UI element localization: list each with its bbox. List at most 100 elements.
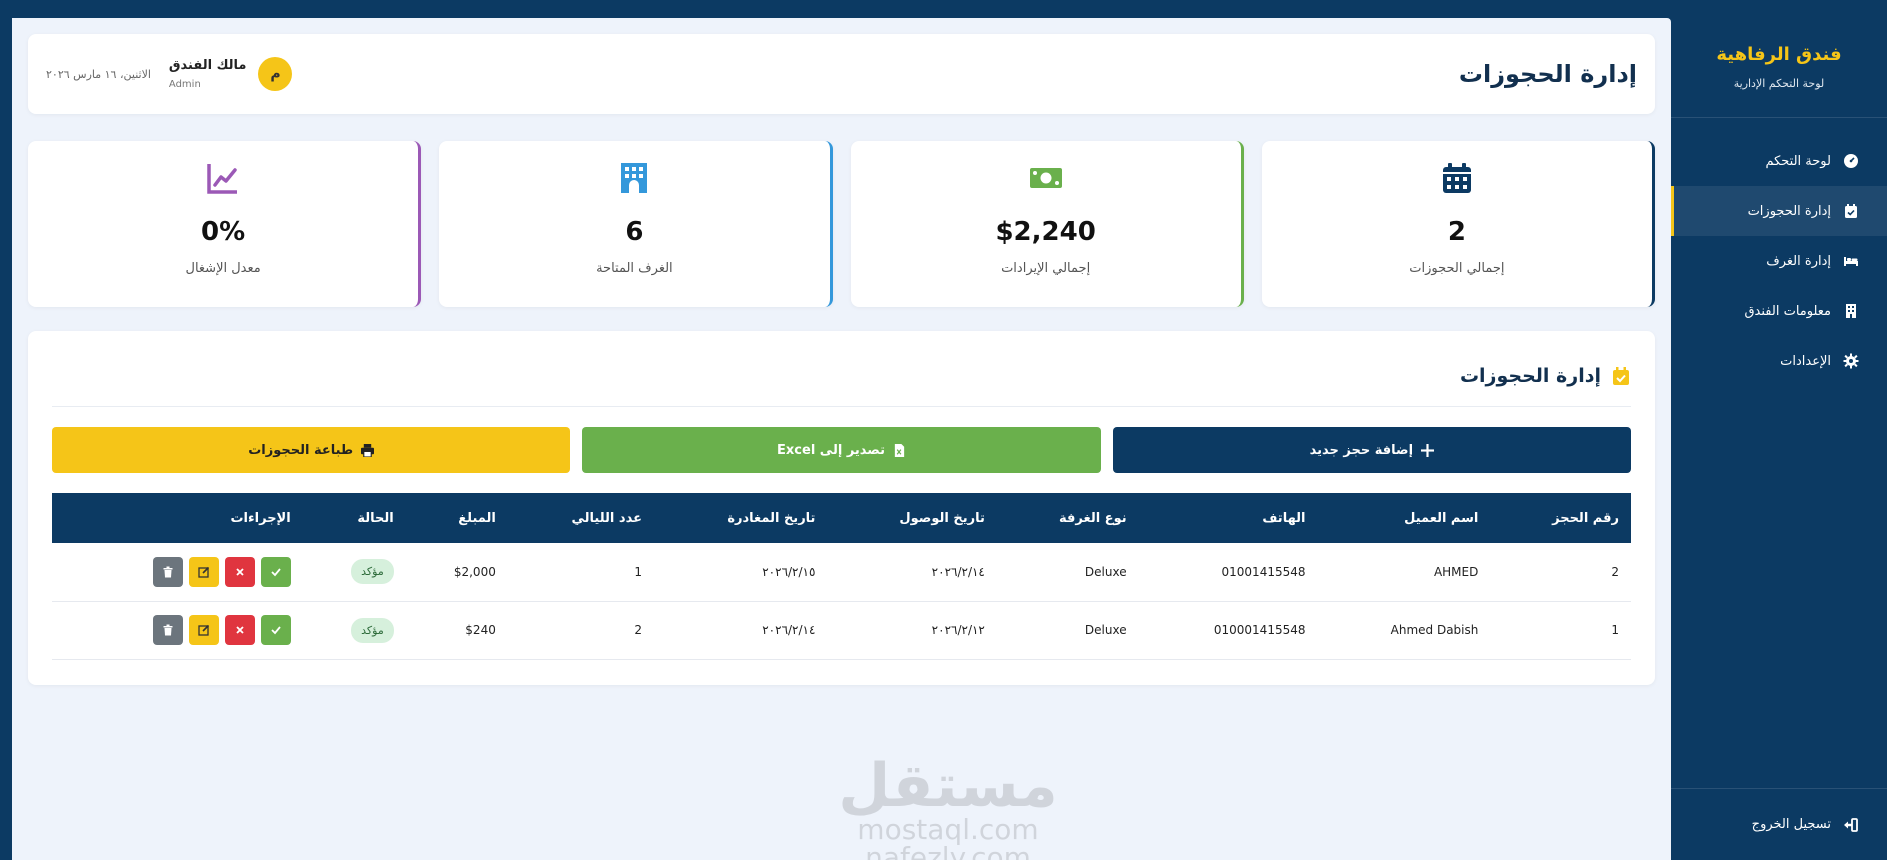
add-booking-button[interactable]: إضافة حجز جديد [1112,427,1631,473]
col-phone[interactable]: الهاتف [1139,493,1318,543]
sidebar-item-label: إدارة الغرف [1766,253,1831,269]
cell-nights: 1 [634,564,642,579]
check-icon [271,626,281,635]
stat-value: $2,240 [995,217,1096,247]
col-arrival-date[interactable]: تاريخ الوصول [827,493,996,543]
cell-phone: 010001415548 [1213,623,1306,637]
col-departure-date[interactable]: تاريخ المغادرة [654,493,827,543]
stat-total-bookings: 2 إجمالي الحجوزات [1261,141,1655,307]
add-booking-label: إضافة حجز جديد [1309,442,1414,458]
calendar-check-icon [1845,204,1857,218]
dashboard-icon [1844,154,1858,168]
user-block[interactable]: الاثنين، ١٦ مارس ٢٠٢٦ مالك الفندق Admin … [46,57,293,91]
col-room-type[interactable]: نوع الغرفة [997,493,1139,543]
main-content: إدارة الحجوزات الاثنين، ١٦ مارس ٢٠٢٦ مال… [12,18,1671,860]
plus-icon [1421,443,1435,457]
cell-booking-id: 2 [1611,564,1619,579]
bookings-panel: إدارة الحجوزات إضافة حجز جديد تصدير إلى … [28,331,1655,685]
sidebar-item-label: لوحة التحكم [1765,153,1831,169]
print-bookings-button[interactable]: طباعة الحجوزات [52,427,571,473]
gear-icon [1843,353,1859,369]
user-info: مالك الفندق Admin [169,58,247,90]
export-excel-button[interactable]: تصدير إلى Excel [582,427,1101,473]
table-row: 1 Ahmed Dabish 010001415548 Deluxe ٢٠٢٦/… [52,601,1631,659]
col-status[interactable]: الحالة [303,493,406,543]
col-nights[interactable]: عدد الليالي [508,493,654,543]
stat-value: 0% [201,217,246,247]
delete-button[interactable] [152,556,183,587]
cell-customer-name: Ahmed Dabish [1390,623,1479,637]
sidebar-item-rooms[interactable]: إدارة الغرف [1671,236,1887,286]
col-customer-name[interactable]: اسم العميل [1318,493,1491,543]
trash-icon [163,624,173,636]
edit-icon [198,624,209,636]
user-name: مالك الفندق [168,58,247,73]
confirm-button[interactable] [260,615,291,645]
cell-arrival-date: ٢٠٢٦/٢/١٤ [931,564,985,579]
stats-row: 2 إجمالي الحجوزات $2,240 إجمالي الإيرادا… [28,141,1655,307]
cell-amount: $2,000 [453,564,496,579]
action-buttons: إضافة حجز جديد تصدير إلى Excel طباعة الح… [52,427,1631,473]
logout-label: تسجيل الخروج [1751,817,1831,832]
delete-button[interactable] [152,615,183,645]
brand-name: فندق الرفاهية [1716,44,1842,65]
sidebar-item-settings[interactable]: الإعدادات [1671,336,1887,386]
col-amount[interactable]: المبلغ [406,493,508,543]
cell-status: مؤكد [303,601,406,659]
cell-room-type: Deluxe [1084,623,1127,637]
cell-phone: 01001415548 [1221,564,1306,579]
cell-amount: $240 [465,623,496,637]
chart-line-icon [207,164,238,194]
cell-actions [52,543,303,601]
stat-value: 6 [625,217,644,247]
close-icon [236,568,244,576]
avatar[interactable]: م [258,57,293,91]
money-icon [1029,168,1062,188]
edit-icon [198,566,209,578]
watermark: مستقل mostaql.com nafezly.com [828,756,1068,860]
export-excel-label: تصدير إلى Excel [777,442,885,458]
status-badge: مؤكد [351,559,394,585]
sidebar-item-dashboard[interactable]: لوحة التحكم [1671,136,1887,186]
check-icon [271,568,281,577]
close-icon [236,626,244,634]
stat-label: إجمالي الحجوزات [1409,261,1505,276]
cell-booking-id: 1 [1611,623,1619,637]
watermark-line-1: mostaql.com [857,813,1039,846]
col-booking-id[interactable]: رقم الحجز [1490,493,1631,543]
building-icon [1846,304,1856,318]
sidebar-item-bookings[interactable]: إدارة الحجوزات [1671,186,1887,236]
cancel-button[interactable] [224,615,255,645]
sidebar-nav: لوحة التحكم إدارة الحجوزات إدارة الغرف م… [1671,136,1887,386]
cell-nights: 2 [634,623,642,637]
printer-icon [361,443,375,457]
sidebar-item-label: إدارة الحجوزات [1747,203,1831,219]
sidebar-brand: فندق الرفاهية لوحة التحكم الإدارية [1671,0,1887,118]
logout-button[interactable]: تسجيل الخروج [1671,788,1887,860]
stat-available-rooms: 6 الغرف المتاحة [439,141,833,307]
edit-button[interactable] [188,615,219,645]
cell-departure-date: ٢٠٢٦/٢/١٥ [762,564,816,579]
stat-occupancy-rate: 0% معدل الإشغال [28,141,422,307]
edit-button[interactable] [188,556,219,587]
stat-label: الغرف المتاحة [596,261,673,276]
col-actions: الإجراءات [230,510,291,526]
sidebar: فندق الرفاهية لوحة التحكم الإدارية لوحة … [1671,0,1887,860]
cell-customer-name: AHMED [1433,564,1479,579]
calendar-icon [1442,163,1471,193]
calendar-check-icon [1613,366,1629,385]
status-badge: مؤكد [351,617,394,643]
sidebar-item-hotel-info[interactable]: معلومات الفندق [1671,286,1887,336]
watermark-line-2: nafezly.com [865,841,1031,860]
cell-status: مؤكد [303,543,406,601]
cancel-button[interactable] [224,556,255,587]
confirm-button[interactable] [260,556,291,587]
cell-departure-date: ٢٠٢٦/٢/١٤ [762,623,816,637]
cell-room-type: Deluxe [1084,564,1127,579]
stat-label: إجمالي الإيرادات [1001,261,1091,276]
trash-icon [163,566,173,578]
bed-icon [1844,257,1858,266]
sidebar-item-label: معلومات الفندق [1744,303,1831,319]
stat-total-revenue: $2,240 إجمالي الإيرادات [850,141,1244,307]
file-excel-icon [894,443,905,457]
